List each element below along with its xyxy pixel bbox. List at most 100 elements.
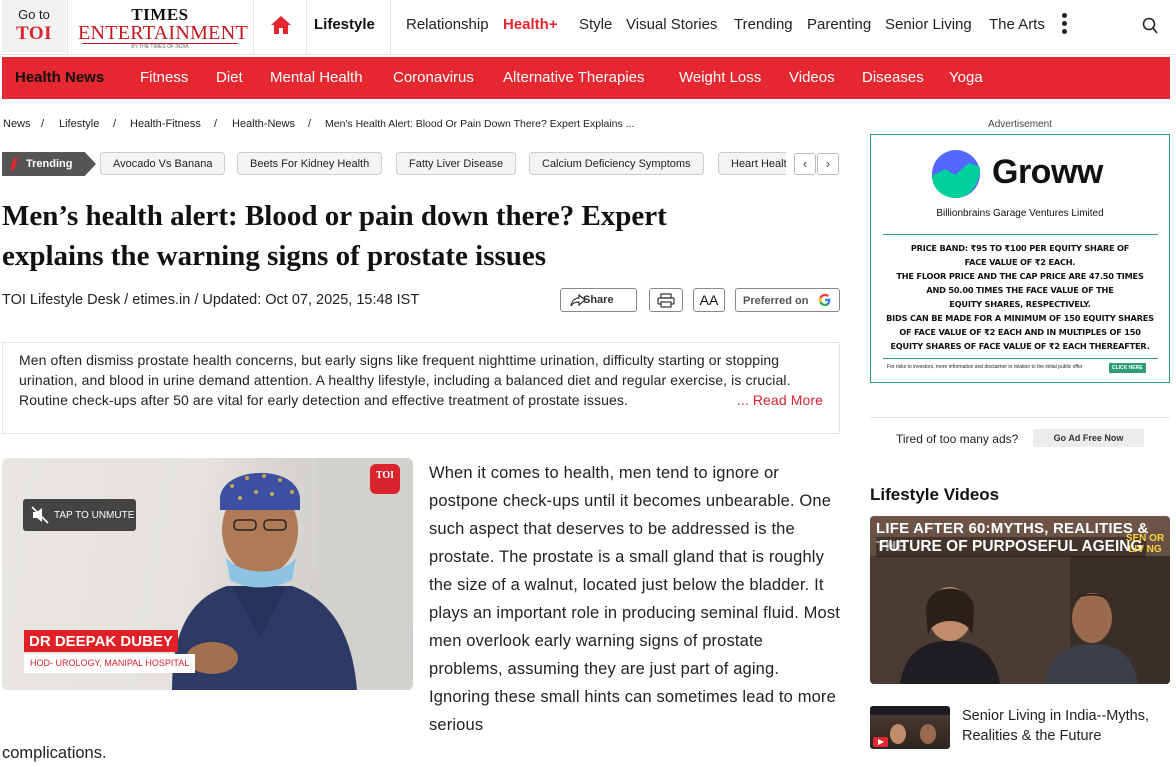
- ad-text-line: EQUITY SHARES OF FACE VALUE OF ₹2 EACH T…: [890, 341, 1150, 351]
- print-icon: [657, 293, 675, 308]
- ad-company: Billionbrains Garage Ventures Limited: [936, 208, 1104, 219]
- share-label: Share: [583, 294, 614, 306]
- brand-line3: BY THE TIMES OF INDIA: [82, 43, 238, 50]
- breadcrumb-current: Men's Health Alert: Blood Or Pain Down T…: [325, 118, 635, 130]
- small-thumbnail-illustration: [870, 706, 950, 747]
- mute-icon: [31, 506, 49, 524]
- breadcrumb-separator: /: [113, 118, 117, 130]
- article-body: When it comes to health, men tend to ign…: [429, 464, 841, 734]
- nav-parenting[interactable]: Parenting: [807, 16, 871, 33]
- video-item-title[interactable]: Senior Living in India--Myths, Realities…: [962, 706, 1172, 746]
- top-navigation: Go to TOI TIMES ENTERTAINMENT BY THE TIM…: [0, 0, 1176, 55]
- groww-advertisement[interactable]: Groww Billionbrains Garage Ventures Limi…: [870, 134, 1170, 383]
- video-people-illustration: [870, 556, 1170, 684]
- advertisement-label: Advertisement: [988, 119, 1052, 130]
- ad-text-line: THE FLOOR PRICE AND THE CAP PRICE ARE 47…: [896, 271, 1144, 281]
- lifestyle-videos-heading: Lifestyle Videos: [870, 485, 1000, 504]
- nav-health-plus[interactable]: Health+: [503, 16, 558, 33]
- trending-pill[interactable]: Fatty Liver Disease: [396, 152, 517, 175]
- toi-video-logo: TOI: [370, 464, 400, 494]
- ad-click-here-button[interactable]: CLICK HERE: [1109, 363, 1146, 373]
- goto-label: Go to: [18, 7, 50, 22]
- breadcrumb-lifestyle[interactable]: Lifestyle: [59, 118, 99, 130]
- subnav-weight-loss[interactable]: Weight Loss: [679, 69, 761, 86]
- share-button[interactable]: Share: [560, 288, 637, 312]
- subnav-diseases[interactable]: Diseases: [862, 69, 924, 86]
- nav-senior-living[interactable]: Senior Living: [885, 16, 972, 33]
- read-more-link[interactable]: ... Read More: [732, 390, 823, 410]
- toi-logo: TOI: [15, 23, 52, 44]
- ad-text-line: EQUITY SHARES, RESPECTIVELY.: [949, 299, 1091, 309]
- ad-text-line: AND 50.00 TIMES THE FACE VALUE OF THE: [926, 285, 1114, 295]
- headline-line: Men’s health alert: Blood or pain down t…: [2, 200, 667, 232]
- ad-divider: [883, 234, 1158, 235]
- home-icon[interactable]: [270, 15, 292, 35]
- video-player[interactable]: TAP TO UNMUTE TOI DR DEEPAK DUBEY HOD- U…: [2, 458, 413, 690]
- google-icon: [818, 293, 831, 306]
- groww-brand: Groww: [992, 153, 1103, 191]
- groww-logo-icon: [932, 150, 980, 198]
- ad-text-line: PRICE BAND: ₹95 TO ₹100 PER EQUITY SHARE…: [910, 243, 1130, 253]
- breadcrumb-health-fitness[interactable]: Health-Fitness: [130, 118, 201, 130]
- subnav-health-news[interactable]: Health News: [15, 69, 104, 86]
- preferred-on-google-button[interactable]: Preferred on: [735, 288, 840, 312]
- nav-style[interactable]: Style: [579, 16, 612, 33]
- go-ad-free-button[interactable]: Go Ad Free Now: [1033, 429, 1144, 447]
- ad-text-line: OF FACE VALUE OF ₹2 EACH AND IN MULTIPLE…: [899, 327, 1141, 337]
- scroll-right-button[interactable]: ›: [817, 153, 839, 175]
- subnav-fitness[interactable]: Fitness: [140, 69, 188, 86]
- ad-text-line: BIDS CAN BE MADE FOR A MINIMUM OF 150 EQ…: [886, 313, 1154, 323]
- divider: [390, 0, 391, 55]
- scroll-left-button[interactable]: ‹: [794, 153, 816, 175]
- subnav-yoga[interactable]: Yoga: [949, 69, 983, 86]
- ad-footer: For risks to investors, more information…: [887, 364, 1083, 370]
- trending-icon: [10, 158, 18, 170]
- subnav-alternative-therapies[interactable]: Alternative Therapies: [503, 69, 644, 86]
- nav-the-arts[interactable]: The Arts: [989, 16, 1045, 33]
- breadcrumb-separator: /: [308, 118, 312, 130]
- breadcrumb-separator: /: [214, 118, 218, 130]
- trending-pill[interactable]: Calcium Deficiency Symptoms: [529, 152, 704, 175]
- subnav-diet[interactable]: Diet: [216, 69, 243, 86]
- ad-divider: [883, 358, 1158, 359]
- font-size-button[interactable]: AA: [693, 288, 725, 312]
- divider: [870, 417, 1170, 418]
- summary-text: Men often dismiss prostate health concer…: [19, 352, 791, 408]
- more-menu-icon[interactable]: [1060, 13, 1068, 39]
- trending-text: Trending: [26, 158, 73, 170]
- subnav-mental-health[interactable]: Mental Health: [270, 69, 363, 86]
- divider: [306, 0, 307, 55]
- print-button[interactable]: [649, 288, 683, 312]
- tired-of-ads-text: Tired of too many ads?: [896, 432, 1019, 446]
- speaker-name: DR DEEPAK DUBEY: [24, 630, 178, 652]
- article-headline: Men’s health alert: Blood or pain down t…: [2, 196, 822, 276]
- breadcrumb-news[interactable]: News: [3, 118, 31, 130]
- trending-pill[interactable]: Avocado Vs Banana: [100, 152, 226, 175]
- divider: [67, 0, 68, 55]
- go-to-toi-button[interactable]: Go to TOI: [2, 0, 66, 52]
- article-summary: Men often dismiss prostate health concer…: [2, 342, 840, 434]
- subnav-coronavirus[interactable]: Coronavirus: [393, 69, 474, 86]
- trending-pill[interactable]: Beets For Kidney Health: [237, 152, 383, 175]
- brand-line2: ENTERTAINMENT: [78, 22, 248, 44]
- trending-pill[interactable]: Heart Health: [718, 152, 786, 175]
- search-icon[interactable]: [1142, 17, 1158, 35]
- nav-visual-stories[interactable]: Visual Stories: [626, 16, 717, 33]
- nav-trending[interactable]: Trending: [734, 16, 793, 33]
- article-byline: TOI Lifestyle Desk / etimes.in / Updated…: [2, 292, 420, 308]
- ad-text-line: FACE VALUE OF ₹2 EACH.: [964, 257, 1076, 267]
- subnav-videos[interactable]: Videos: [789, 69, 835, 86]
- breadcrumb-health-news[interactable]: Health-News: [232, 118, 295, 130]
- featured-video-thumbnail[interactable]: LIFE AFTER 60:MYTHS, REALITIES & THE FUT…: [870, 516, 1170, 684]
- article-body-continued: complications.: [2, 744, 107, 762]
- nav-relationship[interactable]: Relationship: [406, 16, 489, 33]
- share-icon: [570, 294, 586, 307]
- headline-line: explains the warning signs of prostate i…: [2, 240, 547, 272]
- divider: [253, 0, 254, 55]
- nav-lifestyle[interactable]: Lifestyle: [314, 16, 375, 33]
- speaker-title: HOD- UROLOGY, MANIPAL HOSPITAL: [24, 654, 196, 673]
- times-entertainment-logo[interactable]: TIMES ENTERTAINMENT BY THE TIMES OF INDI…: [78, 6, 248, 50]
- video-thumbnail-small[interactable]: [870, 706, 950, 749]
- tap-to-unmute-button[interactable]: TAP TO UNMUTE: [23, 499, 136, 531]
- senior-living-badge: SEN OR LIV NG: [1125, 533, 1165, 555]
